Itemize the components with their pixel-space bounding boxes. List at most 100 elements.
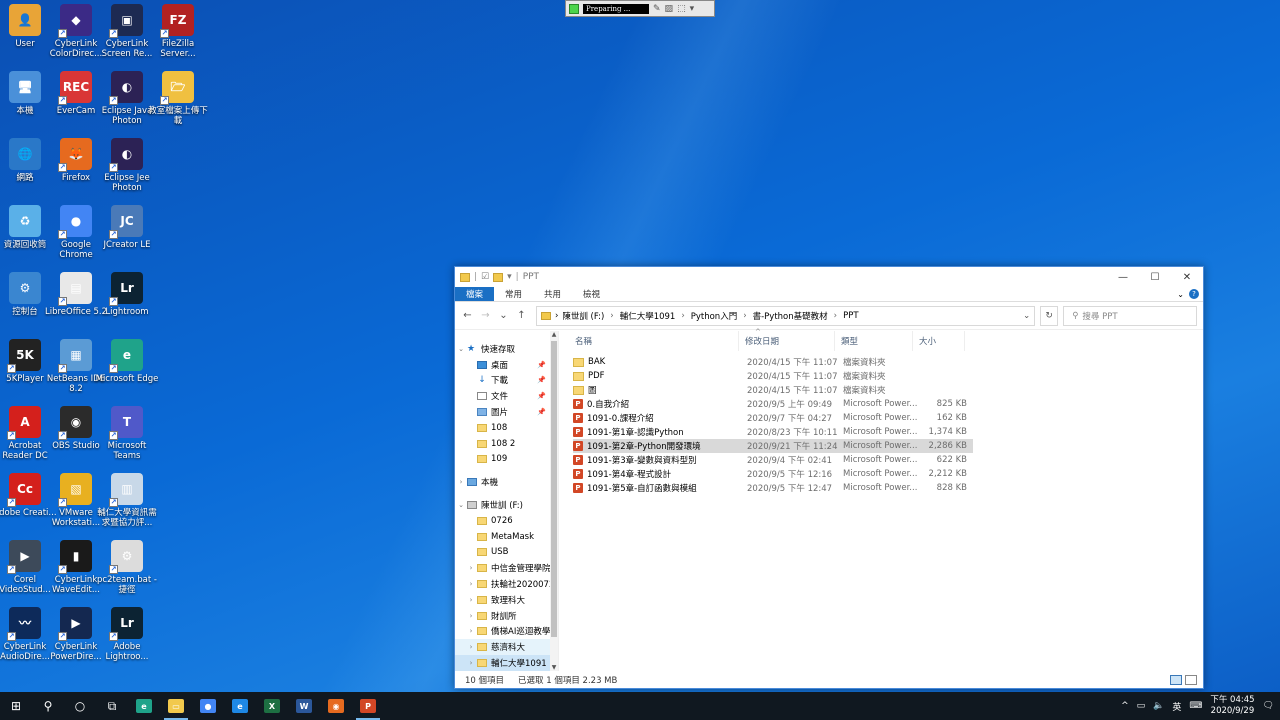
desktop-icon-lightroom[interactable]: Lr ↗ Lightroom: [95, 268, 159, 332]
tab-home[interactable]: 常用: [494, 287, 533, 301]
breadcrumb-item[interactable]: Python入門: [691, 310, 737, 322]
nav-item[interactable]: ⌄ ★ 快速存取: [455, 341, 558, 357]
address-bar[interactable]: › 陳世訓 (F:) › 輔仁大學1091 › Python入門 › 書-Python基礎教…: [535, 305, 1036, 326]
file-row[interactable]: P 1091-0.課程介紹 2020/9/7 下午 04:27 Microsoft P…: [573, 411, 973, 425]
nav-item[interactable]: 108 2: [455, 436, 558, 452]
close-button[interactable]: ✕: [1171, 272, 1203, 283]
refresh-button[interactable]: ↻: [1040, 305, 1059, 326]
help-icon[interactable]: ?: [1189, 289, 1199, 299]
breadcrumb-item[interactable]: 書-Python基礎教材: [753, 310, 828, 322]
chevron-right-icon[interactable]: ›: [465, 596, 477, 604]
chevron-right-icon[interactable]: ›: [455, 478, 467, 486]
ime-indicator[interactable]: 英: [1172, 700, 1181, 713]
file-row[interactable]: P 1091-第1章-認識Python 2020/8/23 下午 10:11 Micr…: [573, 425, 973, 439]
nav-item[interactable]: 108: [455, 420, 558, 436]
chevron-right-icon[interactable]: ›: [465, 580, 477, 588]
dropdown-icon[interactable]: ▾: [690, 4, 695, 14]
qat-dropdown-icon[interactable]: ▾: [507, 272, 512, 282]
new-folder-icon[interactable]: [493, 272, 504, 282]
breadcrumb-item[interactable]: 陳世訓 (F:): [562, 310, 604, 322]
notification-icon[interactable]: 🗨: [1263, 701, 1274, 711]
nav-item[interactable]: MetaMask: [455, 529, 558, 545]
nav-item[interactable]: › 慈濟科大: [455, 639, 558, 656]
nav-item[interactable]: › 中信金管理學院: [455, 560, 558, 576]
column-name[interactable]: 名稱: [569, 331, 739, 351]
clock[interactable]: 下午 04:45 2020/9/29: [1210, 695, 1254, 717]
file-row[interactable]: P 1091-第5章-自訂函數與模組 2020/9/5 下午 12:47 Micros…: [573, 481, 973, 495]
image-icon[interactable]: ▨: [665, 4, 674, 14]
taskbar-word-button[interactable]: W: [288, 692, 320, 720]
details-view-icon[interactable]: [1170, 674, 1182, 685]
taskbar-search-button[interactable]: ⚲: [32, 692, 64, 720]
taskbar-file-explorer-button[interactable]: ▭: [160, 692, 192, 720]
chevron-down-icon[interactable]: ⌄: [1023, 311, 1030, 321]
taskbar-edge-button[interactable]: e: [128, 692, 160, 720]
search-input[interactable]: ⚲ 搜尋 PPT: [1063, 305, 1197, 326]
desktop-icon-item-25[interactable]: ▥ ↗ 輔仁大學資訊需求暨協力評...: [95, 469, 159, 533]
taskbar-firefox-button[interactable]: ◉: [320, 692, 352, 720]
expand-ribbon-icon[interactable]: ⌄: [1177, 290, 1184, 299]
tray-chevron-icon[interactable]: ^: [1121, 701, 1129, 711]
pen-icon[interactable]: ✎: [653, 4, 661, 14]
taskbar-powerpoint-button[interactable]: P: [352, 692, 384, 720]
taskbar-chrome-button[interactable]: ●: [192, 692, 224, 720]
taskbar-cortana-button[interactable]: ○: [64, 692, 96, 720]
volume-icon[interactable]: 🔈: [1153, 701, 1164, 711]
nav-item[interactable]: ⌄ 陳世訓 (F:): [455, 497, 558, 513]
file-row[interactable]: P 0.自我介紹 2020/9/5 上午 09:49 Microsoft Power.…: [573, 397, 973, 411]
nav-item[interactable]: › 扶輪社2020072: [455, 576, 558, 592]
scroll-down-icon[interactable]: ▼: [550, 664, 558, 671]
file-row[interactable]: P 1091-第3章-變數與資料型別 2020/9/4 下午 02:41 Micros…: [573, 453, 973, 467]
chevron-right-icon[interactable]: ›: [465, 659, 477, 667]
desktop-icon-item-7[interactable]: 🗁 ↗ 教室檔案上傳下載: [146, 67, 210, 131]
column-type[interactable]: 類型: [835, 331, 913, 351]
nav-item[interactable]: › 輔仁大學1091: [455, 655, 558, 671]
network-icon[interactable]: ▭: [1137, 701, 1146, 711]
chevron-right-icon[interactable]: ›: [465, 643, 477, 651]
nav-item[interactable]: › 僑梯AI巡迴教學: [455, 624, 558, 640]
tab-view[interactable]: 檢視: [572, 287, 611, 301]
nav-item[interactable]: › 財訓所: [455, 608, 558, 624]
forward-button[interactable]: →: [479, 310, 492, 321]
desktop-icon-adobe-lightroo[interactable]: Lr ↗ Adobe Lightroo...: [95, 603, 159, 667]
tab-share[interactable]: 共用: [533, 287, 572, 301]
nav-item[interactable]: 0726: [455, 513, 558, 529]
up-button[interactable]: ↑: [515, 310, 528, 321]
desktop-icon-pc2team-bat[interactable]: ⚙ ↗ pc2team.bat - 捷徑: [95, 536, 159, 600]
file-row[interactable]: BAK 2020/4/15 下午 11:07 檔案資料夾: [573, 355, 973, 369]
taskbar-start-button[interactable]: ⊞: [0, 692, 32, 720]
large-icons-view-icon[interactable]: [1185, 674, 1197, 685]
nav-item[interactable]: 桌面 📌: [455, 357, 558, 373]
scroll-thumb[interactable]: [551, 341, 557, 637]
nav-scrollbar[interactable]: ▲ ▼: [550, 331, 558, 671]
chevron-right-icon[interactable]: ›: [465, 627, 477, 635]
chevron-right-icon[interactable]: ›: [465, 564, 477, 572]
back-button[interactable]: ←: [461, 310, 474, 321]
column-date[interactable]: 修改日期: [739, 331, 835, 351]
nav-item[interactable]: 文件 📌: [455, 388, 558, 404]
chevron-down-icon[interactable]: ⌄: [455, 345, 467, 353]
nav-item[interactable]: › 致理科大: [455, 592, 558, 608]
desktop-icon-eclipse-jee-photon[interactable]: ◐ ↗ Eclipse Jee Photon: [95, 134, 159, 198]
chevron-right-icon[interactable]: ›: [465, 612, 477, 620]
nav-item[interactable]: USB: [455, 545, 558, 561]
file-row[interactable]: PDF 2020/4/15 下午 11:07 檔案資料夾: [573, 369, 973, 383]
minimize-button[interactable]: —: [1107, 272, 1139, 283]
file-row[interactable]: 圖 2020/4/15 下午 11:07 檔案資料夾: [573, 383, 973, 397]
taskbar-excel-button[interactable]: X: [256, 692, 288, 720]
taskbar-task-view-button[interactable]: ⧉: [96, 692, 128, 720]
scroll-up-icon[interactable]: ▲: [550, 331, 558, 338]
desktop-icon-filezilla-server[interactable]: FZ ↗ FileZilla Server...: [146, 0, 210, 64]
desktop-icon-microsoft-teams[interactable]: T ↗ Microsoft Teams: [95, 402, 159, 466]
breadcrumb-item[interactable]: PPT: [843, 311, 858, 321]
desktop-icon-microsoft-edge[interactable]: e ↗ Microsoft Edge: [95, 335, 159, 399]
tab-file[interactable]: 檔案: [455, 287, 495, 301]
recent-locations-icon[interactable]: ⌄: [497, 310, 510, 321]
desktop-icon-jcreator-le[interactable]: JC ↗ JCreator LE: [95, 201, 159, 265]
taskbar-ie-button[interactable]: e: [224, 692, 256, 720]
chevron-down-icon[interactable]: ⌄: [455, 501, 467, 509]
nav-item[interactable]: › 本機: [455, 474, 558, 490]
nav-item[interactable]: 109: [455, 452, 558, 468]
keyboard-icon[interactable]: ⌨: [1189, 701, 1202, 711]
column-size[interactable]: 大小: [913, 331, 965, 351]
